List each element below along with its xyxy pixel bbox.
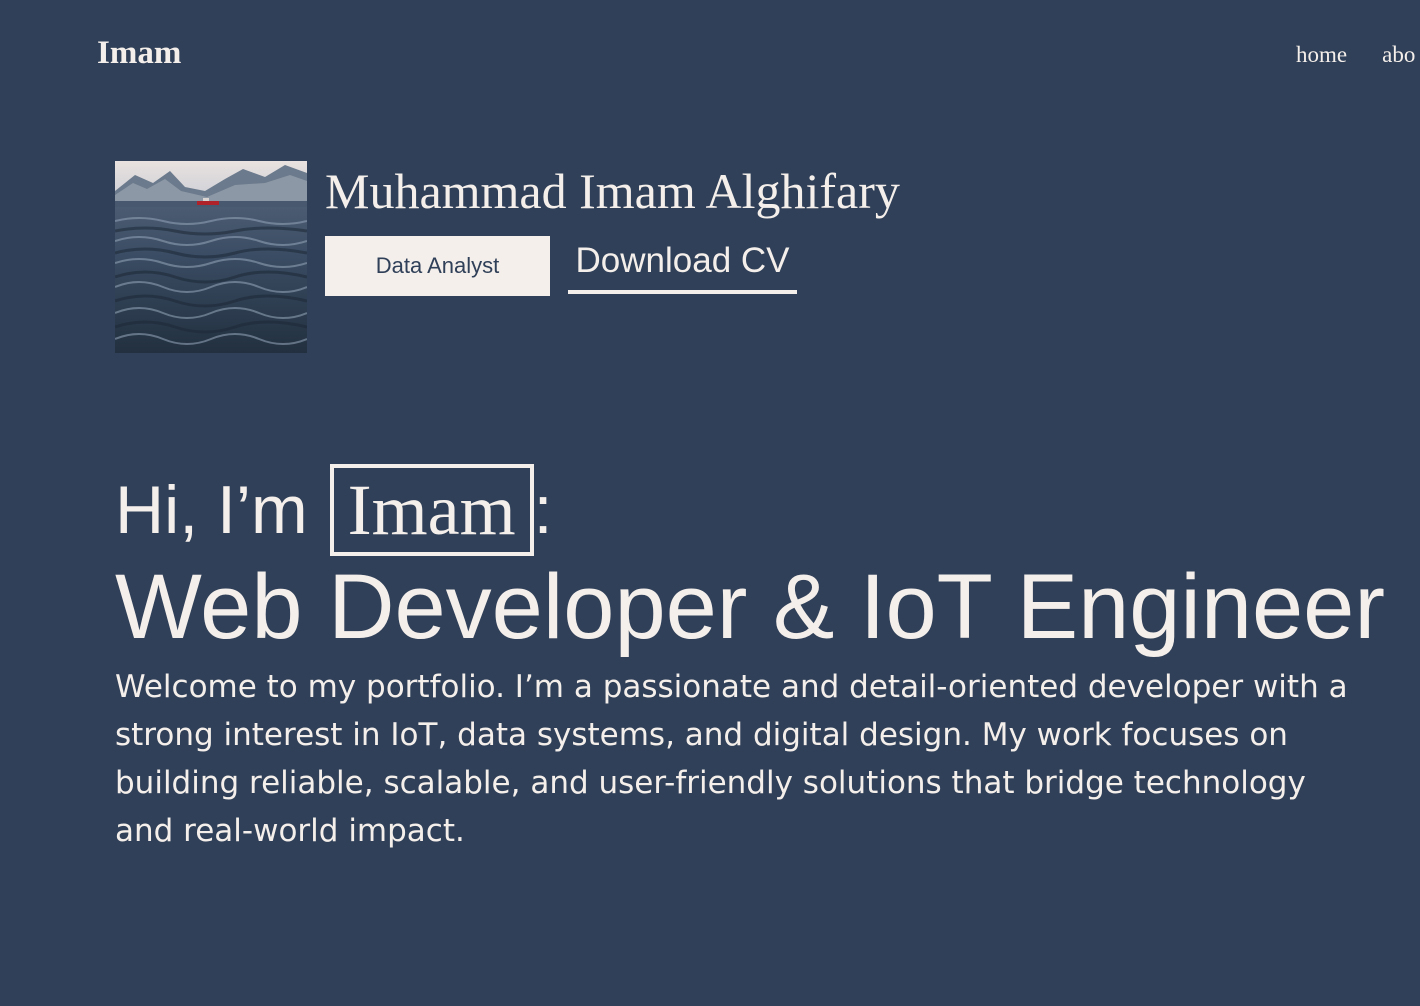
nav-item-about[interactable]: abo: [1382, 41, 1415, 69]
profile-full-name: Muhammad Imam Alghifary: [325, 163, 900, 219]
download-cv-link[interactable]: Download CV: [568, 240, 797, 294]
greeting-prefix: Hi, I’m: [115, 472, 308, 548]
nav-item-home[interactable]: home: [1296, 41, 1347, 69]
hero-headline: Web Developer & IoT Engineer: [115, 556, 1385, 658]
hero-intro-text: Welcome to my portfolio. I’m a passionat…: [115, 669, 1348, 849]
profile-photo: [115, 161, 307, 353]
page: Imam home abo Muhammad Imam Alghifary Da…: [0, 0, 1420, 1006]
hero-greeting: Hi, I’m Imam :: [115, 464, 553, 556]
main-nav: home abo: [1296, 41, 1415, 69]
ocean-landscape-image: [115, 161, 307, 353]
greeting-suffix: :: [533, 472, 553, 548]
data-analyst-button[interactable]: Data Analyst: [325, 236, 550, 296]
brand-logo[interactable]: Imam: [97, 34, 181, 74]
highlight-name-box: Imam: [329, 464, 534, 556]
